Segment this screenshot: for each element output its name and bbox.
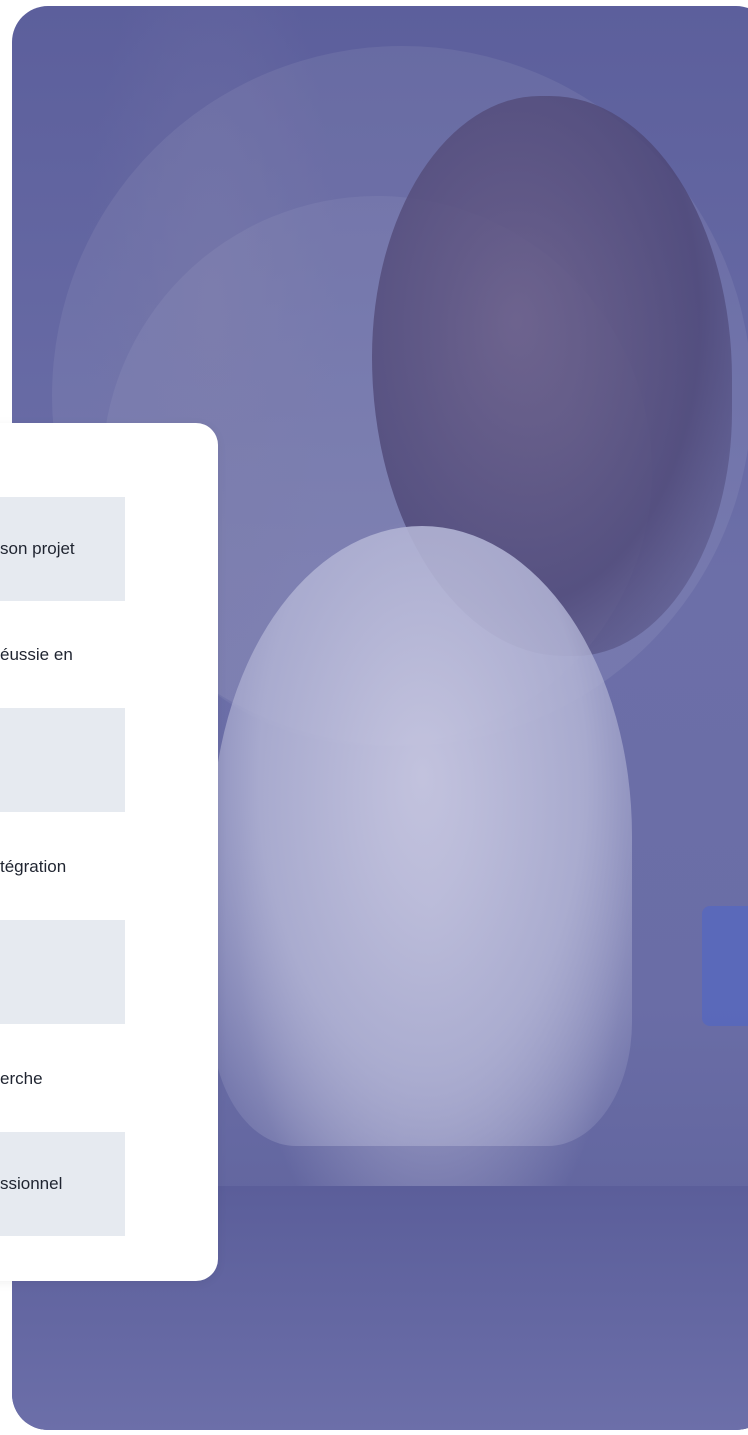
- card-item-1[interactable]: son projet: [0, 497, 125, 601]
- card-item-label: ssionnel: [0, 1173, 63, 1193]
- card-item-4[interactable]: tégration: [0, 815, 125, 919]
- card-item-7[interactable]: ssionnel: [0, 1132, 125, 1236]
- card-item-label: tégration: [0, 856, 67, 876]
- card-item-label: éussie en: [0, 644, 73, 664]
- page: son projet éussie en tégration erche ssi…: [0, 0, 748, 1435]
- card-item-label: son projet: [0, 538, 75, 558]
- card-item-2[interactable]: éussie en: [0, 603, 125, 707]
- card-item-3[interactable]: [0, 708, 125, 812]
- student-hoodie-shape: [212, 526, 632, 1146]
- screen-glow-shape: [702, 906, 748, 1026]
- steps-card: son projet éussie en tégration erche ssi…: [0, 423, 218, 1281]
- card-item-5[interactable]: [0, 920, 125, 1024]
- card-item-6[interactable]: erche: [0, 1027, 125, 1131]
- card-item-label: erche: [0, 1068, 43, 1088]
